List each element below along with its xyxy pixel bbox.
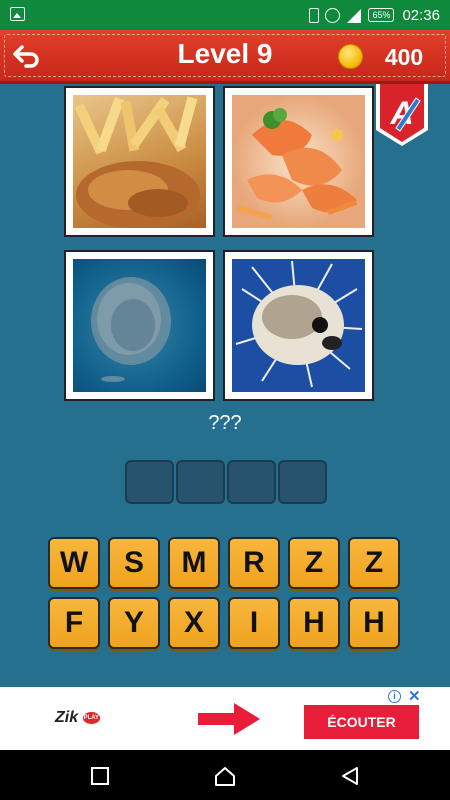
ad-logo-text: Zik [55, 709, 79, 726]
status-bar: 65% 02:36 [0, 0, 450, 30]
answer-slot[interactable] [227, 460, 276, 504]
answer-slot[interactable] [176, 460, 225, 504]
puzzle-photo-fish-and-chips[interactable] [64, 86, 215, 237]
alarm-icon [325, 7, 341, 23]
letter-tile[interactable]: Z [288, 537, 340, 589]
gallery-icon [10, 7, 25, 21]
sardine-school-image [73, 259, 206, 392]
letter-row-2: F Y X I H H [48, 597, 404, 649]
battery-icon: 65% [368, 8, 395, 22]
ad-logo-badge: PLAY [82, 711, 101, 724]
android-nav-bar [0, 750, 450, 800]
coin-count: 400 [384, 44, 424, 70]
vibrate-icon [309, 7, 320, 23]
recent-apps-icon[interactable] [89, 765, 111, 787]
shrimp-dish-image [232, 95, 365, 228]
hint-pencil-icon: A [376, 84, 428, 146]
answer-slot[interactable] [278, 460, 327, 504]
home-icon[interactable] [214, 765, 236, 787]
level-title: Level 9 [177, 38, 273, 69]
letter-row-1: W S M R Z Z [48, 537, 404, 589]
pufferfish-image [232, 259, 365, 392]
hint-badge-button[interactable]: A [372, 84, 432, 148]
back-arrow-icon [13, 45, 39, 68]
letter-tile[interactable]: X [168, 597, 220, 649]
status-time: 02:36 [402, 6, 440, 24]
puzzle-photo-sardine-school[interactable] [64, 250, 215, 401]
letter-tile[interactable]: S [108, 537, 160, 589]
puzzle-photo-pufferfish[interactable] [223, 250, 374, 401]
answer-slot[interactable] [125, 460, 174, 504]
coin-icon [338, 44, 363, 69]
ad-cta-button[interactable]: ÉCOUTER [304, 705, 419, 739]
letter-tile[interactable]: I [228, 597, 280, 649]
back-button[interactable] [10, 40, 42, 72]
letter-tile[interactable]: H [348, 597, 400, 649]
letter-tiles: W S M R Z Z F Y X I H H [48, 537, 404, 657]
question-marks: ??? [208, 412, 242, 434]
letter-tile[interactable]: H [288, 597, 340, 649]
ad-close-icon[interactable]: ✕ [408, 687, 421, 705]
letter-tile[interactable]: Z [348, 537, 400, 589]
status-icons: 65% 02:36 [309, 0, 440, 30]
ad-banner[interactable]: Zik PLAY ÉCOUTER i ✕ [0, 687, 450, 750]
signal-icon [347, 8, 362, 23]
arrow-right-icon [198, 703, 260, 735]
letter-tile[interactable]: W [48, 537, 100, 589]
ad-info-icon[interactable]: i [388, 690, 401, 703]
puzzle-photo-shrimp-dish[interactable] [223, 86, 374, 237]
letter-tile[interactable]: Y [108, 597, 160, 649]
answer-slots [125, 460, 327, 504]
letter-tile[interactable]: R [228, 537, 280, 589]
back-icon[interactable] [339, 765, 361, 787]
letter-tile[interactable]: M [168, 537, 220, 589]
letter-tile[interactable]: F [48, 597, 100, 649]
ad-logo: Zik PLAY [55, 709, 101, 727]
level-header: Level 9 400 [0, 30, 450, 84]
fish-and-chips-image [73, 95, 206, 228]
